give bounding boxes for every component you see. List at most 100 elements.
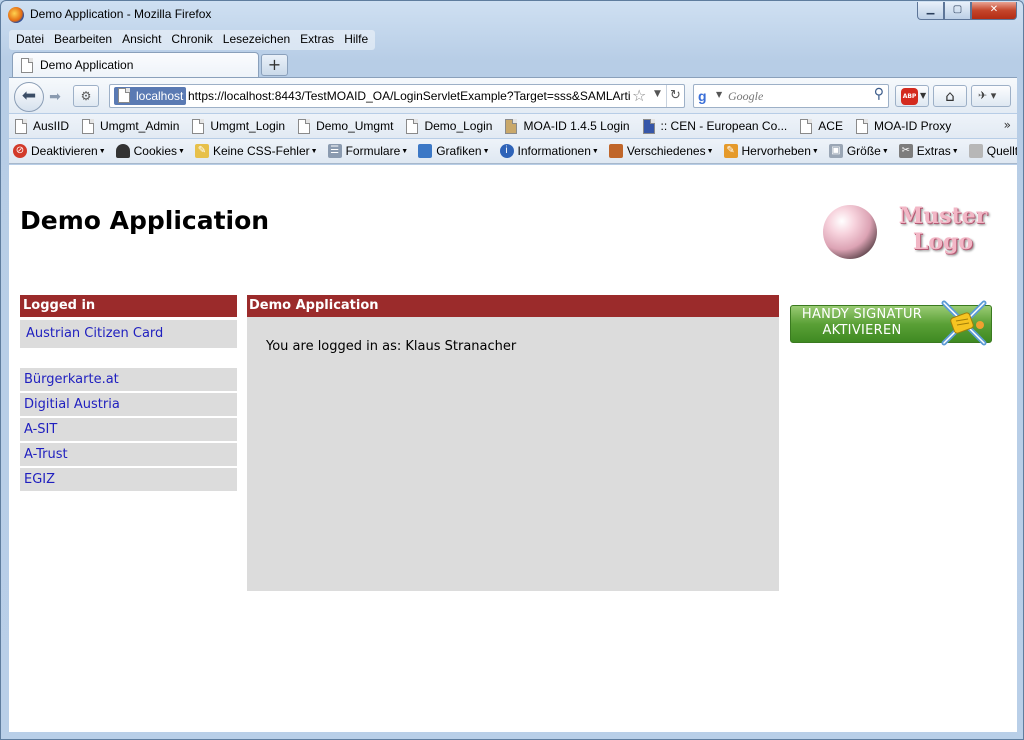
- navigation-toolbar: ⬅ ➡ ⚙ localhost https://localhost:8443/T…: [9, 77, 1017, 113]
- search-box[interactable]: g ▼ ⚲: [693, 84, 889, 108]
- info-icon: i: [499, 144, 514, 158]
- devbar-informationen[interactable]: i Informationen ▼: [499, 144, 599, 158]
- dropdown-icon: ▼: [98, 147, 106, 155]
- bookmark-item[interactable]: ACE: [800, 118, 843, 134]
- devbar-label: Keine CSS-Fehler: [212, 144, 310, 158]
- identity-button[interactable]: ⚙: [73, 85, 99, 107]
- signature-cross-icon: [941, 300, 987, 346]
- google-icon[interactable]: g: [698, 88, 714, 104]
- reload-icon[interactable]: ↻: [666, 85, 684, 107]
- sidebar-link-a-trust[interactable]: A-Trust: [20, 443, 237, 466]
- login-status-text: You are logged in as: Klaus Stranacher: [266, 339, 517, 354]
- menu-ansicht[interactable]: Ansicht: [117, 30, 166, 50]
- main-header: Demo Application: [247, 295, 779, 317]
- sidebar-link-austrian-citizen-card[interactable]: Austrian Citizen Card: [20, 320, 237, 348]
- bookmarks-toolbar: AusIID Umgmt_Admin Umgmt_Login Demo_Umgm…: [9, 114, 1017, 138]
- page-icon: [82, 118, 95, 134]
- devbar-cookies[interactable]: Cookies ▼: [115, 144, 185, 158]
- minimize-button[interactable]: ▁: [917, 2, 944, 20]
- bookmark-star-icon[interactable]: ☆: [632, 86, 646, 105]
- maximize-button[interactable]: ▢: [944, 2, 971, 20]
- devbar-deaktivieren[interactable]: ⊘ Deaktivieren ▼: [13, 144, 106, 158]
- home-button[interactable]: ⌂: [933, 85, 967, 107]
- sidebar-links: Bürgerkarte.at Digitial Austria A-SIT A-…: [20, 368, 237, 491]
- bookmark-item[interactable]: :: CEN - European Co...: [642, 118, 788, 134]
- sidebar-link-a-sit[interactable]: A-SIT: [20, 418, 237, 441]
- site-identity[interactable]: localhost: [114, 87, 187, 105]
- search-input[interactable]: [728, 87, 858, 105]
- dropdown-icon: ▼: [706, 147, 714, 155]
- pencil-icon: ✎: [194, 144, 209, 158]
- muster-logo: Muster Logo: [893, 203, 993, 255]
- handy-signatur-button[interactable]: HANDY SIGNATUR AKTIVIEREN: [790, 300, 992, 355]
- bookmark-item[interactable]: Demo_Login: [406, 118, 492, 134]
- more-bookmarks-chevron-icon[interactable]: »: [1004, 118, 1011, 132]
- page-viewport: Demo Application Muster Logo Logged in A…: [9, 165, 1017, 732]
- sidebar-link-egiz[interactable]: EGIZ: [20, 468, 237, 491]
- devbar-verschiedenes[interactable]: Verschiedenes ▼: [608, 144, 714, 158]
- devbar-label: Cookies: [133, 144, 177, 158]
- dropdown-icon: ▼: [401, 147, 409, 155]
- logo-orb-icon: [823, 205, 877, 259]
- dropdown-icon: ▼: [310, 147, 318, 155]
- bookmark-item[interactable]: MOA-ID Proxy: [855, 118, 951, 134]
- sidebar-link-digitial-austria[interactable]: Digitial Austria: [20, 393, 237, 416]
- devbar-label: Quelltext: [986, 144, 1017, 158]
- dropdown-icon: ▼: [811, 147, 819, 155]
- back-button[interactable]: ⬅: [14, 82, 44, 112]
- close-button[interactable]: ✕: [971, 2, 1017, 20]
- forward-button[interactable]: ➡: [43, 87, 67, 107]
- devbar-formulare[interactable]: ☰ Formulare ▼: [327, 144, 409, 158]
- devbar-css[interactable]: ✎ Keine CSS-Fehler ▼: [194, 144, 318, 158]
- menu-bearbeiten[interactable]: Bearbeiten: [49, 30, 117, 50]
- bookmark-label: ACE: [818, 119, 843, 133]
- extension-button[interactable]: ✈ ▾: [971, 85, 1011, 107]
- dropdown-icon: ▼: [482, 147, 490, 155]
- sidebar-link-buergerkarte[interactable]: Bürgerkarte.at: [20, 368, 237, 391]
- url-bar[interactable]: localhost https://localhost:8443/TestMOA…: [109, 84, 685, 108]
- bookmark-item[interactable]: Umgmt_Login: [192, 118, 286, 134]
- bookmark-label: AusIID: [33, 119, 70, 133]
- firefox-icon: [8, 7, 24, 23]
- adblock-dropdown-icon[interactable]: ▼: [920, 91, 926, 100]
- menu-extras[interactable]: Extras: [295, 30, 339, 50]
- devbar-quelltext[interactable]: Quelltext▼: [968, 144, 1017, 158]
- image-icon: [418, 144, 433, 158]
- handy-line-1: HANDY SIGNATUR: [801, 307, 923, 322]
- bookmark-item[interactable]: Umgmt_Admin: [82, 118, 180, 134]
- page-icon: [15, 118, 27, 134]
- devbar-extras[interactable]: ✂ Extras ▼: [898, 144, 959, 158]
- page-icon: [118, 88, 130, 103]
- bookmark-item[interactable]: Demo_Umgmt: [298, 118, 393, 134]
- url-dropdown-icon[interactable]: ▼: [654, 89, 661, 99]
- sidebar-header: Logged in: [20, 295, 237, 317]
- bookmark-item[interactable]: AusIID: [15, 118, 70, 134]
- dropdown-icon: ▼: [951, 147, 959, 155]
- menu-chronik[interactable]: Chronik: [166, 30, 217, 50]
- menu-hilfe[interactable]: Hilfe: [339, 30, 373, 50]
- devbar-groesse[interactable]: ▣ Größe ▼: [828, 144, 889, 158]
- browser-window: Demo Application - Mozilla Firefox ▁ ▢ ✕…: [0, 0, 1024, 740]
- devbar-grafiken[interactable]: Grafiken ▼: [418, 144, 490, 158]
- devbar-label: Hervorheben: [741, 144, 811, 158]
- resize-icon: ▣: [828, 144, 843, 158]
- menu-datei[interactable]: Datei: [11, 30, 49, 50]
- adblock-button[interactable]: ABP ▼: [895, 85, 929, 107]
- page-icon: [406, 118, 419, 134]
- search-engine-dropdown-icon[interactable]: ▼: [716, 90, 722, 99]
- tab-demo-application[interactable]: Demo Application: [12, 52, 259, 77]
- magnifier-icon[interactable]: ⚲: [874, 86, 884, 102]
- bookmark-label: Umgmt_Admin: [100, 119, 180, 133]
- menu-lesezeichen[interactable]: Lesezeichen: [218, 30, 295, 50]
- source-icon: [968, 144, 983, 158]
- devbar-hervorheben[interactable]: ✎ Hervorheben ▼: [723, 144, 819, 158]
- page-icon: [192, 118, 205, 134]
- url-text[interactable]: https://localhost:8443/TestMOAID_OA/Logi…: [188, 89, 630, 103]
- new-tab-button[interactable]: +: [261, 54, 288, 76]
- bookmark-label: :: CEN - European Co...: [660, 119, 788, 133]
- bookmark-label: Umgmt_Login: [210, 119, 286, 133]
- adblock-icon: ABP: [901, 88, 918, 105]
- devbar-label: Verschiedenes: [626, 144, 706, 158]
- page-title: Demo Application: [20, 206, 270, 235]
- bookmark-item[interactable]: MOA-ID 1.4.5 Login: [505, 118, 630, 134]
